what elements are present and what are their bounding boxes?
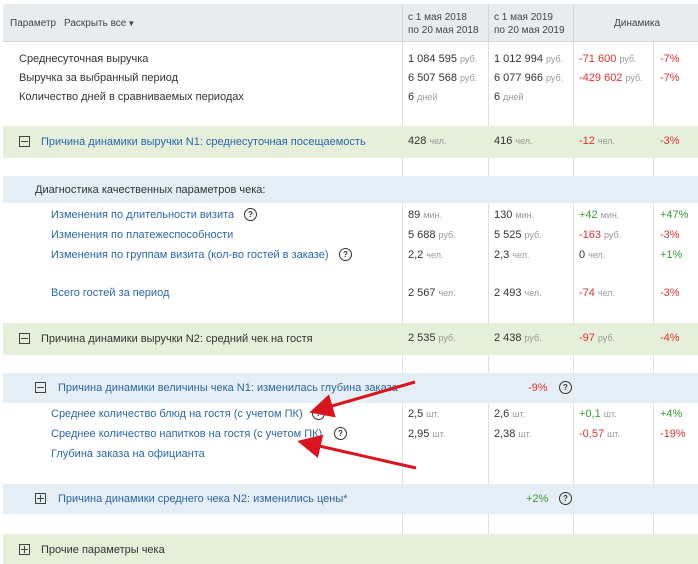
total-guests-link[interactable]: Всего гостей за период [51, 287, 169, 299]
help-icon[interactable]: ? [244, 208, 257, 221]
help-icon[interactable]: ? [334, 427, 347, 440]
diagnostics-title-row: Диагностика качественных параметров чека… [3, 176, 698, 203]
help-icon[interactable]: ? [339, 248, 352, 261]
help-icon[interactable]: ? [559, 492, 572, 505]
expand-all-link[interactable]: Раскрыть все▼ [64, 17, 135, 30]
total-guests-row: Всего гостей за период 2 567 чел. 2 493 че… [51, 287, 680, 299]
collapse-icon[interactable] [19, 135, 30, 147]
check-reason1-link[interactable]: Причина динамики величины чека N1: измен… [58, 382, 398, 394]
diag-link-solvency[interactable]: Изменения по платежеспособности [51, 229, 233, 241]
diag-row-solvency: Изменения по платежеспособности 5 688 руб… [51, 229, 680, 241]
depth-link-drinks[interactable]: Среднее количество напитков на гостя (с … [51, 428, 322, 440]
collapse-icon[interactable] [19, 332, 30, 344]
depth-link-waiter[interactable]: Глубина заказа на официанта [51, 448, 205, 460]
reason2-row[interactable]: Причина динамики выручки N2: средний чек… [3, 323, 698, 355]
check-reason1-row[interactable]: Причина динамики величины чека N1: измен… [3, 373, 698, 403]
reason2-label: Причина динамики выручки N2: средний чек… [41, 333, 313, 345]
summary-row-daily-revenue: Среднесуточная выручка 1 084 595 руб. 1 0… [19, 53, 680, 65]
depth-row-dishes: Среднее количество блюд на гостя (с учет… [51, 407, 683, 420]
expand-icon[interactable] [35, 492, 46, 504]
depth-link-dishes[interactable]: Среднее количество блюд на гостя (с учет… [51, 408, 303, 420]
param-column-header: Параметр [10, 18, 57, 29]
diagnostics-title: Диагностика качественных параметров чека… [35, 184, 266, 196]
reason1-row[interactable]: Причина динамики выручки N1: среднесуточ… [3, 126, 698, 158]
diag-link-duration[interactable]: Изменения по длительности визита [51, 209, 234, 221]
other-params-label: Прочие параметры чека [41, 544, 165, 556]
depth-row-waiter: Глубина заказа на официанта [3, 446, 698, 466]
period1-header: с 1 мая 2018 по 20 мая 2018 [408, 12, 479, 36]
diag-row-duration: Изменения по длительности визита ? 89 мин… [51, 208, 689, 221]
help-icon[interactable]: ? [312, 407, 325, 420]
summary-row-period-revenue: Выручка за выбранный период 6 507 568 руб… [19, 72, 680, 84]
depth-row-drinks: Среднее количество напитков на гостя (с … [51, 427, 686, 440]
other-params-row[interactable]: Прочие параметры чека [3, 534, 698, 564]
collapse-icon[interactable] [35, 381, 46, 393]
diag-link-groups[interactable]: Изменения по группам визита (кол-во гост… [51, 249, 329, 261]
reason1-link[interactable]: Причина динамики выручки N1: среднесуточ… [41, 136, 366, 148]
check-reason2-row[interactable]: Причина динамики среднего чека N2: измен… [3, 484, 698, 514]
dropdown-arrow-icon: ▼ [127, 19, 136, 28]
help-icon[interactable]: ? [559, 381, 572, 394]
period2-header: с 1 мая 2019 по 20 мая 2019 [494, 12, 565, 36]
summary-row-days: Количество дней в сравниваемых периодах … [19, 91, 524, 103]
diag-row-groups: Изменения по группам визита (кол-во гост… [51, 248, 683, 261]
table-header: Параметр Раскрыть все▼ с 1 мая 2018 по 20… [3, 4, 698, 42]
expand-icon[interactable] [19, 543, 30, 555]
check-reason2-link[interactable]: Причина динамики среднего чека N2: измен… [58, 493, 348, 505]
dynamics-header: Динамика [614, 18, 661, 29]
